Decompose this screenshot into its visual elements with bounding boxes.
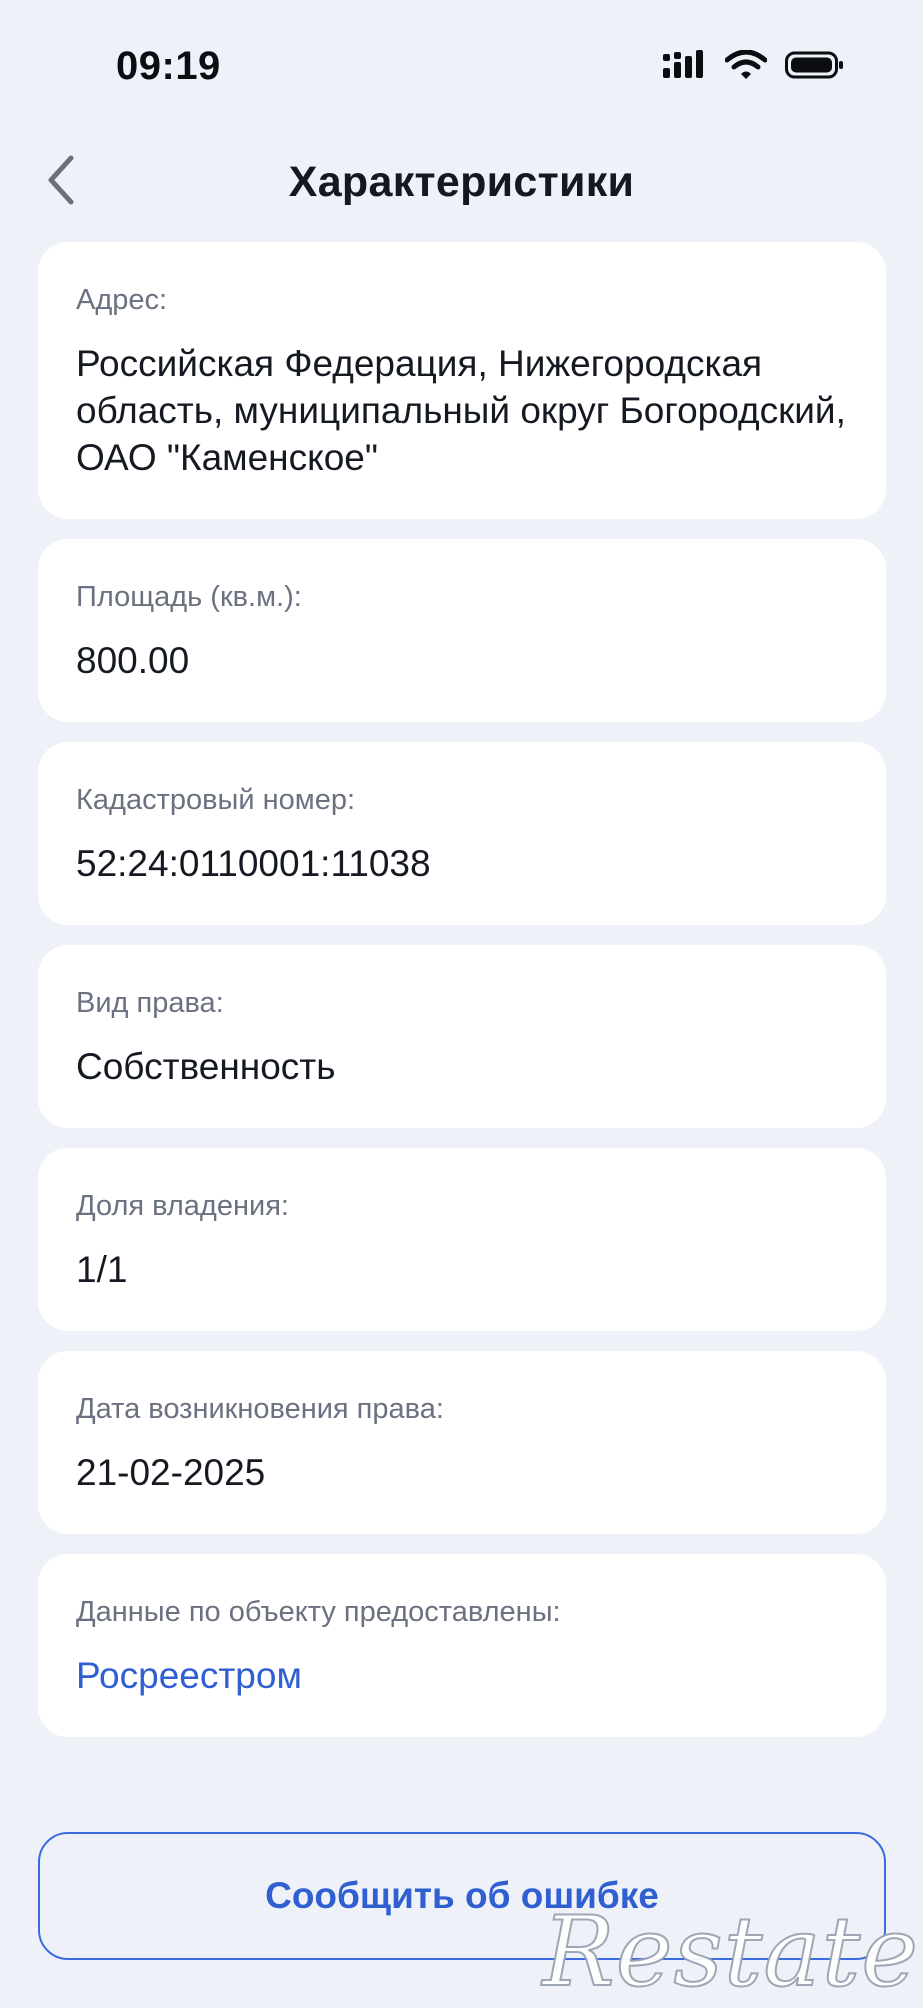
cadastral-number-value: 52:24:0110001:11038 (76, 843, 431, 884)
characteristics-list: Адрес: Российская Федерация, Нижегородск… (38, 242, 886, 1757)
status-icons (661, 50, 845, 80)
right-type-value: Собственность (76, 1046, 336, 1087)
data-source-link[interactable]: Росреестром (76, 1652, 848, 1699)
ownership-share-card: Доля владения: 1/1 (38, 1148, 886, 1331)
address-card: Адрес: Российская Федерация, Нижегородск… (38, 242, 886, 519)
right-date-label: Дата возникновения права: (76, 1393, 444, 1425)
cellular-signal-icon (661, 50, 707, 80)
right-type-card: Вид права: Собственность (38, 945, 886, 1128)
ownership-share-value: 1/1 (76, 1249, 128, 1290)
address-label: Адрес: (76, 284, 168, 316)
right-type-label: Вид права: (76, 987, 224, 1019)
battery-icon (785, 50, 845, 80)
wifi-icon (725, 50, 767, 80)
page-title: Характеристики (288, 158, 635, 206)
status-bar: 09:19 (0, 0, 923, 130)
ownership-share-label: Доля владения: (76, 1190, 289, 1222)
area-label: Площадь (кв.м.): (76, 581, 302, 613)
restate-watermark: Restate (541, 1895, 919, 2008)
right-date-value: 21-02-2025 (76, 1452, 266, 1493)
data-source-label: Данные по объекту предоставлены: (76, 1596, 561, 1628)
area-value: 800.00 (76, 640, 190, 681)
status-time: 09:19 (116, 44, 221, 88)
address-value: Российская Федерация, Нижегородская обла… (76, 343, 846, 478)
area-card: Площадь (кв.м.): 800.00 (38, 539, 886, 722)
right-date-card: Дата возникновения права: 21-02-2025 (38, 1351, 886, 1534)
data-source-card: Данные по объекту предоставлены: Росреес… (38, 1554, 886, 1737)
navigation-bar: Характеристики (0, 140, 923, 224)
cadastral-number-label: Кадастровый номер: (76, 784, 356, 816)
cadastral-number-card: Кадастровый номер: 52:24:0110001:11038 (38, 742, 886, 925)
